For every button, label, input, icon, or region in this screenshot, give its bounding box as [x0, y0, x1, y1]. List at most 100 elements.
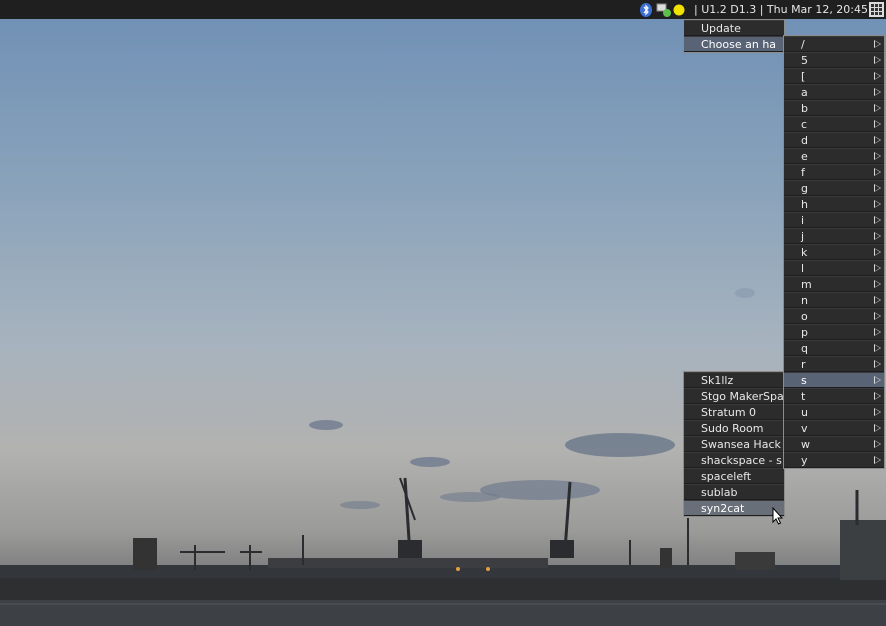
status-text: | U1.2 D1.3 | Thu Mar 12, 20:45	[694, 3, 869, 16]
menu-item-label: Swansea Hack	[701, 438, 781, 451]
submenu-arrow-icon	[874, 360, 881, 368]
menu-item-label: spaceleft	[701, 470, 752, 483]
menu-item-choose-hackerspace[interactable]: Choose an ha	[684, 36, 784, 52]
menu-item-label: o	[801, 310, 808, 323]
alphabet-submenu-item[interactable]: b	[784, 100, 884, 116]
alphabet-submenu-item[interactable]: f	[784, 164, 884, 180]
submenu-arrow-icon	[874, 344, 881, 352]
menu-item-label: v	[801, 422, 808, 435]
hackerspace-item-syn2cat[interactable]: syn2cat	[684, 500, 784, 516]
alphabet-submenu-item[interactable]: p	[784, 324, 884, 340]
menu-item-label: c	[801, 118, 808, 131]
submenu-arrow-icon	[874, 216, 881, 224]
menu-item-label: m	[801, 278, 812, 291]
menu-item-label: d	[801, 134, 808, 147]
hackerspace-item[interactable]: Stgo MakerSpa	[684, 388, 784, 404]
hackerspace-item[interactable]: sublab	[684, 484, 784, 500]
menu-item-label: [	[801, 70, 806, 83]
menu-item-label: t	[801, 390, 806, 403]
taskbar: | U1.2 D1.3 | Thu Mar 12, 20:45	[0, 0, 886, 19]
submenu-arrow-icon	[874, 328, 881, 336]
submenu-arrow-icon	[874, 184, 881, 192]
menu-item-label: q	[801, 342, 808, 355]
system-tray	[640, 2, 685, 17]
menu-item-label: h	[801, 198, 808, 211]
hackerspace-item[interactable]: Swansea Hack	[684, 436, 784, 452]
submenu-arrow-icon	[874, 456, 881, 464]
menu-item-label: p	[801, 326, 808, 339]
menu-item-label: Sudo Room	[701, 422, 764, 435]
submenu-arrow-icon	[874, 408, 881, 416]
alphabet-submenu-item[interactable]: l	[784, 260, 884, 276]
submenu-arrow-icon	[874, 424, 881, 432]
alphabet-submenu-item[interactable]: q	[784, 340, 884, 356]
menu-item-label: n	[801, 294, 808, 307]
alphabet-submenu-item[interactable]: c	[784, 116, 884, 132]
alphabet-submenu-item[interactable]: h	[784, 196, 884, 212]
alphabet-submenu-item[interactable]: i	[784, 212, 884, 228]
launcher-grid-icon[interactable]	[869, 2, 884, 17]
submenu-arrow-icon	[874, 88, 881, 96]
alphabet-submenu-item[interactable]: m	[784, 276, 884, 292]
submenu-arrow-icon	[874, 168, 881, 176]
submenu-arrow-icon	[874, 152, 881, 160]
submenu-arrow-icon	[874, 248, 881, 256]
submenu-arrow-icon	[874, 232, 881, 240]
desktop-wallpaper	[0, 0, 886, 626]
alphabet-submenu-item[interactable]: a	[784, 84, 884, 100]
hackerspace-item[interactable]: shackspace - s	[684, 452, 784, 468]
menu-item-label: 5	[801, 54, 808, 67]
submenu-arrow-icon	[874, 392, 881, 400]
menu-item-label: j	[801, 230, 805, 243]
alphabet-submenu-item[interactable]: r	[784, 356, 884, 372]
alphabet-submenu-item[interactable]: o	[784, 308, 884, 324]
alphabet-submenu-item[interactable]: w	[784, 436, 884, 452]
menu-item-label: Update	[701, 22, 741, 35]
menu-item-update[interactable]: Update	[684, 20, 784, 36]
alphabet-submenu-item[interactable]: y	[784, 452, 884, 468]
hackerspace-item[interactable]: Stratum 0	[684, 404, 784, 420]
alphabet-submenu-item[interactable]: /	[784, 36, 884, 52]
menu-item-label: i	[801, 214, 805, 227]
alphabet-submenu-item[interactable]: 5	[784, 52, 884, 68]
alphabet-submenu-item[interactable]: g	[784, 180, 884, 196]
submenu-arrow-icon	[874, 312, 881, 320]
menu-item-label: Choose an ha	[701, 38, 777, 51]
submenu-item-s[interactable]: s	[784, 372, 884, 388]
menu-item-label: sublab	[701, 486, 738, 499]
bluetooth-icon[interactable]	[640, 2, 652, 17]
hackerspace-item[interactable]: Sk1llz	[684, 372, 784, 388]
menu-item-label: l	[801, 262, 805, 275]
alphabet-submenu-item[interactable]: t	[784, 388, 884, 404]
hackerspace-item[interactable]: Sudo Room	[684, 420, 784, 436]
submenu-arrow-icon	[874, 72, 881, 80]
menu-item-label: syn2cat	[701, 502, 745, 515]
menu-item-label: k	[801, 246, 808, 259]
submenu-arrow-icon	[874, 136, 881, 144]
status-icon[interactable]	[673, 4, 685, 16]
hackerspace-item[interactable]: spaceleft	[684, 468, 784, 484]
network-icon[interactable]	[656, 3, 672, 17]
mouse-pointer-icon	[772, 507, 784, 525]
alphabet-submenu-item[interactable]: v	[784, 420, 884, 436]
alphabet-submenu-item[interactable]: d	[784, 132, 884, 148]
submenu-arrow-icon	[874, 280, 881, 288]
alphabet-submenu-item[interactable]: k	[784, 244, 884, 260]
submenu-arrow-icon	[874, 264, 881, 272]
alphabet-submenu-item[interactable]: [	[784, 68, 884, 84]
menu-item-label: Stratum 0	[701, 406, 757, 419]
submenu-arrow-icon	[874, 56, 881, 64]
alphabet-submenu-item[interactable]: n	[784, 292, 884, 308]
menu-item-label: s	[801, 374, 807, 387]
menu-item-label: e	[801, 150, 808, 163]
menu-item-label: Stgo MakerSpa	[701, 390, 784, 403]
submenu-arrow-icon	[874, 104, 881, 112]
submenu-arrow-icon	[874, 40, 881, 48]
menu-item-label: u	[801, 406, 808, 419]
menu-item-label: b	[801, 102, 808, 115]
alphabet-submenu-item[interactable]: e	[784, 148, 884, 164]
menu-item-label: y	[801, 454, 808, 467]
harbor-skyline-image	[0, 288, 886, 626]
alphabet-submenu-item[interactable]: u	[784, 404, 884, 420]
alphabet-submenu-item[interactable]: j	[784, 228, 884, 244]
